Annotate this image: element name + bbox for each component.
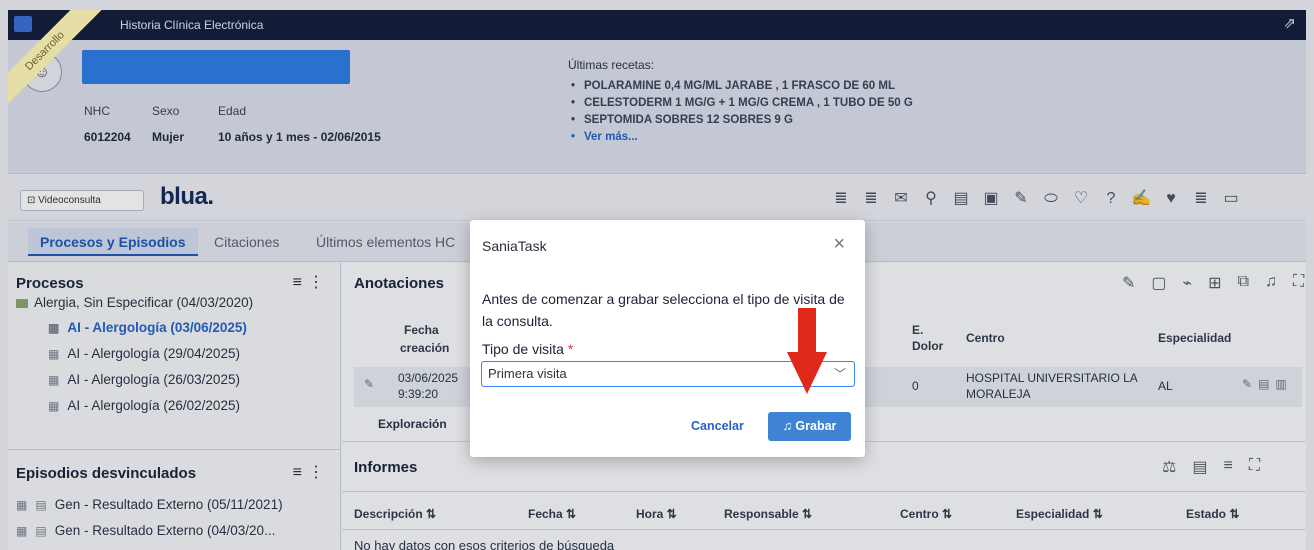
microphone-icon: ♫ — [782, 419, 796, 433]
annotation-arrow-icon — [787, 308, 827, 394]
grabar-button[interactable]: ♫ Grabar — [768, 412, 851, 441]
grabar-label: Grabar — [795, 419, 837, 433]
cancel-button[interactable]: Cancelar — [691, 419, 744, 433]
chevron-down-icon: ﹀ — [833, 367, 846, 381]
dialog-title: SaniaTask — [482, 238, 547, 254]
tipo-visita-value: Primera visita — [488, 366, 567, 381]
close-icon[interactable]: × — [833, 233, 845, 256]
tipo-visita-label: Tipo de visita * — [482, 341, 574, 357]
required-mark: * — [567, 341, 574, 357]
